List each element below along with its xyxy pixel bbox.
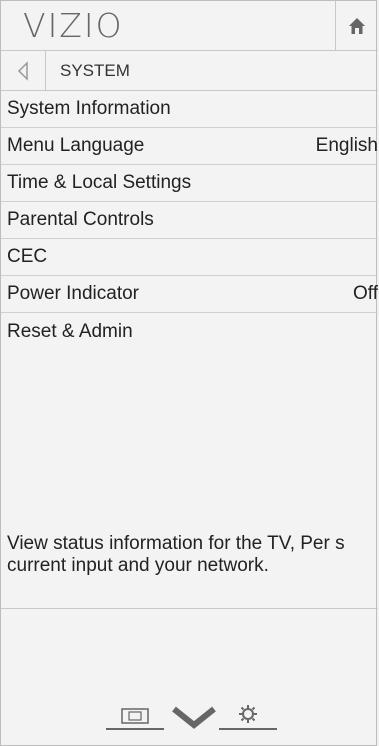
settings-gear-icon[interactable] bbox=[219, 701, 277, 731]
home-button[interactable] bbox=[335, 1, 378, 50]
menu-item-label: Menu Language bbox=[7, 135, 145, 156]
vizio-logo: VIZIO bbox=[23, 6, 124, 45]
bottom-nav-bar bbox=[1, 701, 378, 741]
section-header: SYSTEM bbox=[1, 51, 378, 91]
back-button[interactable] bbox=[1, 51, 46, 90]
system-menu: System Information Menu Language English… bbox=[1, 91, 378, 350]
wide-menu-icon[interactable] bbox=[106, 701, 164, 731]
menu-item-menu-language[interactable]: Menu Language English bbox=[1, 128, 378, 165]
menu-item-cec[interactable]: CEC bbox=[1, 239, 378, 276]
menu-item-label: Parental Controls bbox=[7, 209, 154, 230]
menu-item-label: Power Indicator bbox=[7, 283, 140, 304]
menu-item-parental-controls[interactable]: Parental Controls bbox=[1, 202, 378, 239]
menu-item-value: Off bbox=[353, 283, 378, 304]
menu-item-system-information[interactable]: System Information bbox=[1, 91, 378, 128]
settings-panel: VIZIO SYSTEM System Information Menu Lan… bbox=[0, 0, 378, 746]
home-icon bbox=[349, 17, 365, 34]
help-description: View status information for the TV, Per … bbox=[1, 529, 378, 609]
menu-item-label: System Information bbox=[7, 98, 171, 119]
section-title: SYSTEM bbox=[60, 60, 130, 80]
menu-item-time-local-settings[interactable]: Time & Local Settings bbox=[1, 165, 378, 202]
menu-item-label: CEC bbox=[7, 246, 48, 267]
menu-item-label: Time & Local Settings bbox=[7, 172, 192, 193]
menu-item-value: English bbox=[315, 135, 378, 156]
header: VIZIO bbox=[1, 1, 378, 51]
menu-item-power-indicator[interactable]: Power Indicator Off bbox=[1, 276, 378, 313]
back-arrow-icon bbox=[17, 60, 28, 81]
vizio-v-icon[interactable] bbox=[172, 705, 216, 729]
menu-item-label: Reset & Admin bbox=[7, 320, 133, 342]
menu-item-reset-admin[interactable]: Reset & Admin bbox=[1, 313, 378, 350]
